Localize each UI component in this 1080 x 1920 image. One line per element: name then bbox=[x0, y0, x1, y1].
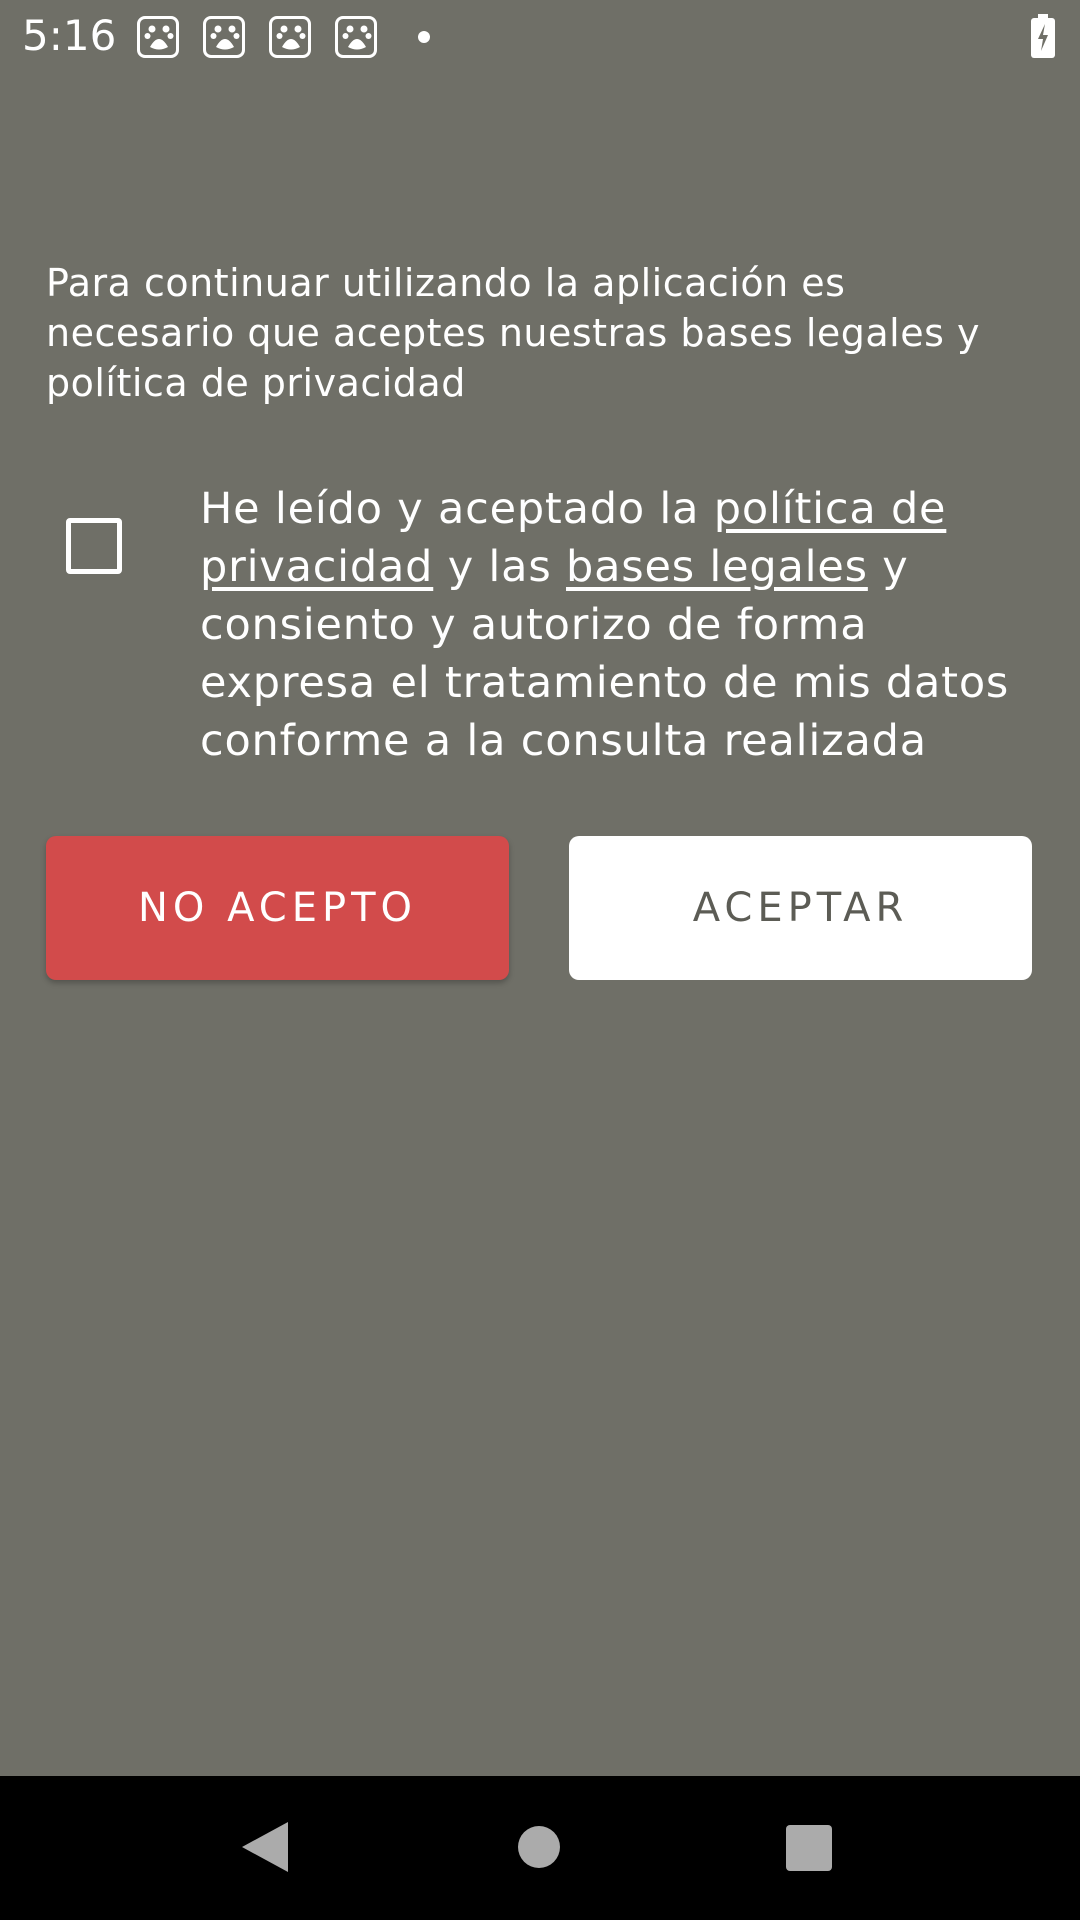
consent-intro-text: Para continuar utilizando la aplicación … bbox=[46, 261, 980, 405]
back-triangle-icon[interactable] bbox=[242, 1822, 288, 1876]
legal-bases-link[interactable]: bases legales bbox=[566, 542, 868, 592]
consent-text-part: He leído y aceptado la bbox=[200, 484, 714, 534]
recents-square-icon[interactable] bbox=[786, 1825, 832, 1871]
consent-text: He leído y aceptado la política de priva… bbox=[200, 480, 1020, 770]
consent-text-part: y las bbox=[433, 542, 567, 592]
decline-button[interactable]: NO ACEPTO bbox=[46, 836, 509, 980]
consent-checkbox[interactable] bbox=[66, 518, 122, 574]
status-bar: 5:16 bbox=[0, 0, 1080, 72]
more-notifications-dot-icon bbox=[418, 31, 430, 43]
decline-button-label: NO ACEPTO bbox=[137, 885, 418, 931]
baidu-paw-icon bbox=[137, 16, 179, 58]
baidu-paw-icon bbox=[203, 16, 245, 58]
status-time: 5:16 bbox=[22, 11, 117, 60]
accept-button[interactable]: ACEPTAR bbox=[569, 836, 1032, 980]
battery-charging-icon bbox=[1031, 14, 1055, 62]
home-circle-icon[interactable] bbox=[518, 1826, 560, 1868]
baidu-paw-icon bbox=[335, 16, 377, 58]
accept-button-label: ACEPTAR bbox=[692, 885, 909, 931]
baidu-paw-icon bbox=[269, 16, 311, 58]
